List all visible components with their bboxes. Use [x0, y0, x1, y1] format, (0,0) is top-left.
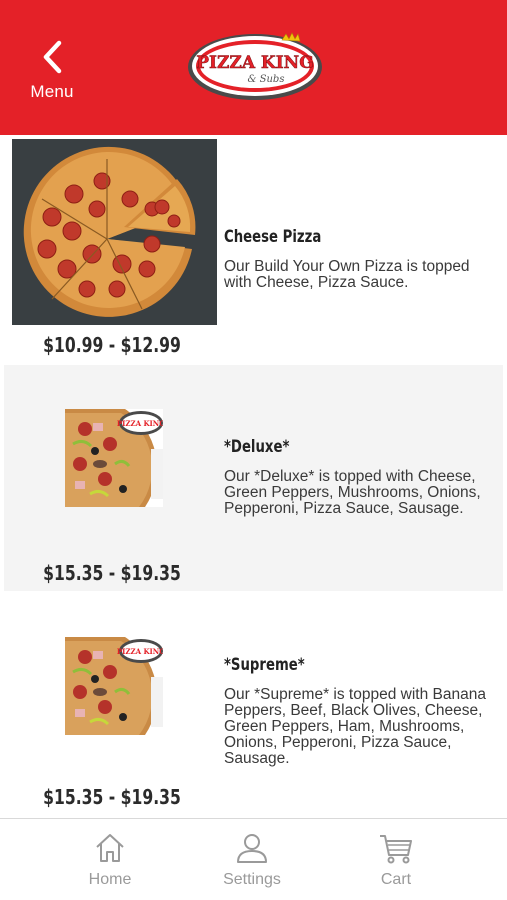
tab-settings[interactable]: Settings	[197, 819, 307, 900]
tab-label: Cart	[380, 871, 412, 888]
svg-text:PIZZA KING: PIZZA KING	[117, 419, 163, 428]
chevron-left-icon	[43, 40, 62, 74]
menu-item-deluxe[interactable]: PIZZA KING *Deluxe* Our *Deluxe* is topp…	[4, 365, 503, 591]
menu-item-supreme[interactable]: PIZZA KING *Supreme* Our *Supreme* is to…	[4, 591, 503, 818]
item-price: $15.35 - $19.35	[43, 785, 181, 809]
item-name: *Deluxe*	[224, 437, 290, 457]
menu-label: Menu	[30, 82, 74, 101]
tab-label: Home	[88, 871, 132, 888]
svg-text:PIZZA KING: PIZZA KING	[117, 647, 163, 656]
tab-label: Settings	[223, 871, 281, 888]
menu-item-cheese-pizza[interactable]: Cheese Pizza Our Build Your Own Pizza is…	[4, 135, 503, 365]
deluxe-pizza-image: PIZZA KING	[65, 409, 163, 507]
item-price: $10.99 - $12.99	[43, 333, 181, 357]
item-description: Our *Deluxe* is topped with Cheese, Gree…	[224, 468, 481, 517]
supreme-pizza-image: PIZZA KING	[65, 637, 163, 735]
tab-cart[interactable]: Cart	[341, 819, 451, 900]
user-icon	[237, 834, 267, 863]
tab-home[interactable]: Home	[55, 819, 165, 900]
item-name: Cheese Pizza	[224, 227, 322, 247]
item-description: Our Build Your Own Pizza is topped with …	[224, 258, 470, 291]
svg-text:& Subs: & Subs	[248, 74, 285, 85]
item-description: Our *Supreme* is topped with Banana Pepp…	[224, 686, 486, 767]
bottom-tab-bar: Home Settings Cart	[0, 818, 507, 900]
svg-text:PIZZA KING: PIZZA KING	[196, 53, 313, 73]
item-price: $15.35 - $19.35	[43, 561, 181, 585]
menu-back-button[interactable]: Menu	[22, 40, 82, 110]
pepperoni-pizza-image	[12, 139, 217, 325]
menu-item-list: Cheese Pizza Our Build Your Own Pizza is…	[0, 135, 507, 818]
pizza-king-logo: PIZZA KING & Subs	[188, 32, 322, 100]
cart-icon	[380, 835, 412, 864]
app-header: Menu PIZZA KING & Subs	[0, 0, 507, 135]
item-name: *Supreme*	[224, 655, 305, 675]
home-icon	[96, 834, 124, 862]
